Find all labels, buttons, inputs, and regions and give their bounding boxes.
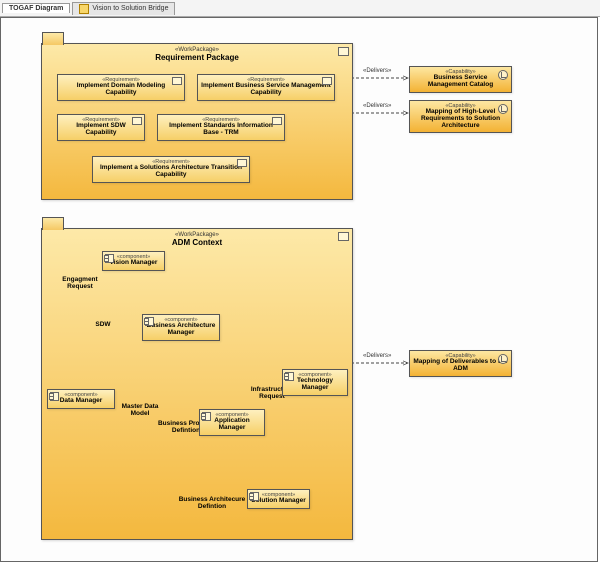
requirement-sdw[interactable]: «Requirement» Implement SDW Capability: [57, 114, 145, 141]
element-name: Engagment Request: [62, 276, 97, 290]
element-name: Solution Manager: [251, 498, 306, 505]
package-title: Requirement Package: [155, 53, 239, 62]
element-glyph-icon: [322, 77, 332, 85]
component-icon: [50, 392, 59, 401]
element-name: Mapping of Deliverables to the ADM: [413, 359, 508, 373]
element-name: Implement a Solutions Architecture Trans…: [96, 165, 246, 179]
requirement-bsm[interactable]: «Requirement» Implement Business Service…: [197, 74, 335, 101]
node-sdw[interactable]: SDW: [89, 322, 117, 329]
package-requirement[interactable]: «WorkPackage» Requirement Package «Requi…: [41, 43, 353, 200]
element-name: Application Manager: [203, 418, 261, 432]
tab-label: Vision to Solution Bridge: [92, 5, 168, 12]
component-icon: [145, 317, 154, 326]
tab-bar: TOGAF Diagram Vision to Solution Bridge: [0, 0, 600, 17]
element-name: Data Manager: [51, 398, 111, 405]
element-name: Implement SDW Capability: [61, 123, 141, 137]
capability-icon: [498, 70, 508, 80]
capability-mapping-reqs[interactable]: «Capability» Mapping of High-Level Requi…: [409, 100, 512, 133]
element-name: Mapping of High-Level Requirements to So…: [413, 109, 508, 129]
component-vision-manager[interactable]: «component» Vision Manager: [102, 251, 165, 271]
component-icon: [285, 372, 294, 381]
node-engagement-request[interactable]: Engagment Request: [54, 277, 106, 291]
package-adm-context[interactable]: «WorkPackage» ADM Context «component» Vi…: [41, 228, 353, 540]
capability-icon: [498, 354, 508, 364]
element-glyph-icon: [172, 77, 182, 85]
element-name: Technology Manager: [286, 378, 344, 392]
element-glyph-icon: [237, 159, 247, 167]
node-master-data-model[interactable]: Master Data Model: [114, 404, 166, 418]
tab-label: TOGAF Diagram: [9, 5, 63, 12]
component-solution-manager[interactable]: «component» Solution Manager: [247, 489, 310, 509]
element-name: Business Architecture Manager: [146, 323, 216, 337]
requirement-transition[interactable]: «Requirement» Implement a Solutions Arch…: [92, 156, 250, 183]
tab-vision-to-solution-bridge[interactable]: Vision to Solution Bridge: [72, 2, 175, 15]
element-name: Implement Standards Information Base - T…: [161, 123, 281, 137]
component-application-manager[interactable]: «component» Application Manager: [199, 409, 265, 436]
element-name: Implement Business Service Management Ca…: [201, 83, 331, 97]
component-icon: [105, 254, 114, 263]
element-name: SDW: [95, 321, 110, 328]
element-name: Vision Manager: [106, 260, 161, 267]
component-bam[interactable]: «component» Business Architecture Manage…: [142, 314, 220, 341]
element-name: Implement Domain Modeling Capability: [61, 83, 181, 97]
capability-icon: [498, 104, 508, 114]
element-name: Master Data Model: [122, 403, 159, 417]
requirement-trm[interactable]: «Requirement» Implement Standards Inform…: [157, 114, 285, 141]
capability-mapping-deliverables[interactable]: «Capability» Mapping of Deliverables to …: [409, 350, 512, 377]
element-name: Business Architecure Defintion: [179, 496, 246, 510]
package-glyph-icon: [338, 232, 349, 241]
component-icon: [250, 492, 259, 501]
element-glyph-icon: [132, 117, 142, 125]
edge-label-delivers: «Delivers»: [363, 68, 391, 74]
element-name: Business Service Management Catalog: [413, 75, 508, 89]
diagram-icon: [79, 4, 89, 14]
component-icon: [202, 412, 211, 421]
package-title: ADM Context: [172, 238, 222, 247]
package-header: «WorkPackage» ADM Context: [42, 229, 352, 247]
component-technology-manager[interactable]: «component» Technology Manager: [282, 369, 348, 396]
edge-label-delivers: «Delivers»: [363, 103, 391, 109]
capability-bsm-catalog[interactable]: «Capability» Business Service Management…: [409, 66, 512, 93]
component-data-manager[interactable]: «component» Data Manager: [47, 389, 115, 409]
edge-label-delivers: «Delivers»: [363, 353, 391, 359]
tab-togaf-diagram[interactable]: TOGAF Diagram: [2, 3, 70, 13]
package-header: «WorkPackage» Requirement Package: [42, 44, 352, 62]
node-business-architecture-definition[interactable]: Business Architecure Defintion: [172, 497, 252, 511]
diagram-canvas[interactable]: «Delivers» «Delivers» «Delivers» «WorkPa…: [0, 17, 598, 562]
requirement-domain-modeling[interactable]: «Requirement» Implement Domain Modeling …: [57, 74, 185, 101]
element-glyph-icon: [272, 117, 282, 125]
package-glyph-icon: [338, 47, 349, 56]
